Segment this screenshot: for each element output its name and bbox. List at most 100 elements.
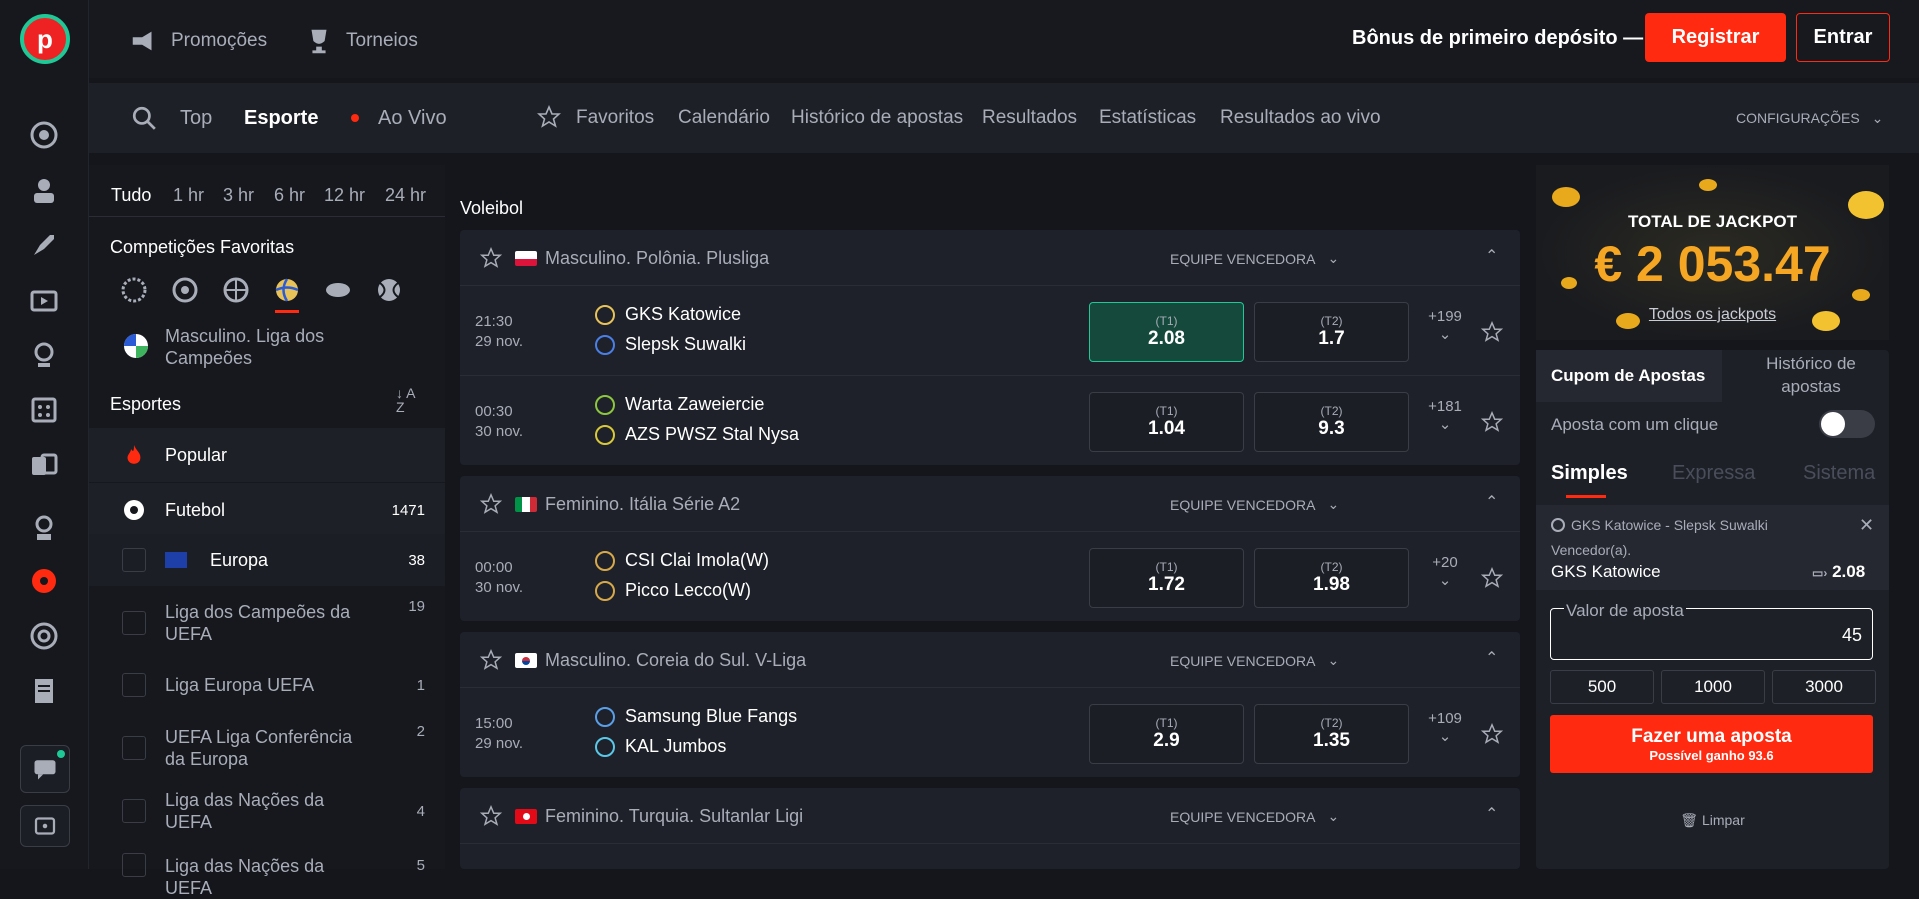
star-icon[interactable] [480, 805, 502, 827]
hockey-puck-icon[interactable] [323, 275, 353, 305]
fav-league-name[interactable]: Masculino. Liga dos Campeões [165, 325, 365, 369]
star-icon[interactable] [1481, 567, 1503, 589]
market-selector[interactable]: EQUIPE VENCEDORA ⌄ [1170, 652, 1339, 669]
receipt-icon[interactable] [26, 673, 62, 709]
quick-stake-3000[interactable]: 3000 [1772, 670, 1876, 704]
laurel-icon[interactable] [119, 275, 149, 305]
odd-button-t2[interactable]: (T2) 1.7 [1254, 302, 1409, 362]
timeframe-3hr[interactable]: 3 hr [223, 185, 254, 206]
league-item[interactable]: Liga dos Campeões da UEFA 19 [89, 590, 445, 655]
match-row[interactable]: 21:30 29 nov. GKS Katowice Slepsk Suwalki… [460, 286, 1520, 376]
tab-expressa[interactable]: Expressa [1672, 462, 1755, 485]
tennis-icon[interactable] [374, 275, 404, 305]
place-bet-button[interactable]: Fazer uma aposta Possível ganho 93.6 [1550, 715, 1873, 773]
soccer-ball-icon[interactable] [26, 563, 62, 599]
stake-input[interactable]: Valor de aposta 45 [1550, 601, 1873, 660]
close-icon[interactable]: ✕ [1859, 515, 1874, 536]
tab-sistema[interactable]: Sistema [1803, 462, 1875, 485]
sport-item-popular[interactable]: Popular [89, 428, 445, 482]
nav-estatisticas[interactable]: Estatísticas [1099, 107, 1196, 129]
league-item[interactable]: Europa 38 [89, 534, 445, 586]
torneios-link[interactable]: Torneios [304, 26, 418, 56]
tab-cupom[interactable]: Cupom de Apostas [1536, 350, 1722, 402]
match-row[interactable]: 15:00 29 nov. Samsung Blue Fangs KAL Jumb… [460, 688, 1520, 778]
chevron-up-icon[interactable]: ⌃ [1485, 648, 1498, 668]
bingo-icon[interactable] [26, 392, 62, 428]
tv-game-icon[interactable] [26, 282, 62, 318]
target-icon[interactable] [26, 618, 62, 654]
timeframe-24hr[interactable]: 24 hr [385, 185, 426, 206]
more-markets-button[interactable]: +199 ⌄ [1425, 308, 1465, 343]
volleyball-icon[interactable] [272, 275, 302, 305]
odd-button-t2[interactable]: (T2) 1.98 [1254, 548, 1409, 608]
chevron-up-icon[interactable]: ⌃ [1485, 492, 1498, 512]
one-click-toggle[interactable] [1819, 410, 1875, 438]
logo[interactable]: p [20, 14, 70, 64]
league-item[interactable]: Liga das Nações da UEFA 5 [89, 845, 445, 898]
basketball-icon[interactable] [221, 275, 251, 305]
more-markets-button[interactable]: +20 ⌄ [1425, 554, 1465, 589]
quick-stake-500[interactable]: 500 [1550, 670, 1654, 704]
nav-favoritos[interactable]: Favoritos [576, 107, 654, 129]
sort-az-button[interactable]: ↓ A Z [396, 386, 426, 414]
odd-button-t1[interactable]: (T1) 2.9 [1089, 704, 1244, 764]
odd-button-t1[interactable]: (T1) 1.04 [1089, 392, 1244, 452]
market-selector[interactable]: EQUIPE VENCEDORA ⌄ [1170, 250, 1339, 267]
odd-button-t2[interactable]: (T2) 9.3 [1254, 392, 1409, 452]
timeframe-tudo[interactable]: Tudo [111, 185, 151, 206]
star-icon[interactable] [480, 247, 502, 269]
config-dropdown[interactable]: CONFIGURAÇÕES ⌄ [1736, 110, 1883, 127]
match-row[interactable]: 00:00 30 nov. CSI Clai Imola(W) Picco Lec… [460, 532, 1520, 622]
league-checkbox[interactable] [122, 799, 146, 823]
more-markets-button[interactable]: +109 ⌄ [1425, 710, 1465, 745]
star-icon[interactable] [1481, 321, 1503, 343]
league-checkbox[interactable] [122, 735, 146, 760]
market-selector[interactable]: EQUIPE VENCEDORA ⌄ [1170, 808, 1339, 825]
timeframe-12hr[interactable]: 12 hr [324, 185, 365, 206]
more-markets-button[interactable]: +181 ⌄ [1425, 398, 1465, 433]
register-button[interactable]: Registrar [1645, 13, 1786, 62]
star-icon[interactable] [1481, 411, 1503, 433]
quick-stake-1000[interactable]: 1000 [1661, 670, 1765, 704]
soccer-icon[interactable] [170, 275, 200, 305]
odd-button-t1[interactable]: (T1) 2.08 [1089, 302, 1244, 362]
league-item[interactable]: Liga das Nações da UEFA 4 [89, 785, 445, 837]
odd-button-t1[interactable]: (T1) 1.72 [1089, 548, 1244, 608]
league-checkbox[interactable] [122, 853, 146, 877]
nav-calendario[interactable]: Calendário [678, 107, 770, 129]
tab-esporte[interactable]: Esporte [244, 107, 318, 130]
league-checkbox[interactable] [122, 548, 146, 572]
roulette-icon[interactable] [26, 337, 62, 373]
esports-icon[interactable] [26, 510, 62, 546]
chevron-up-icon[interactable]: ⌃ [1485, 246, 1498, 266]
login-button[interactable]: Entrar [1796, 13, 1890, 62]
jackpots-link[interactable]: Todos os jackpots [1536, 306, 1889, 324]
league-item[interactable]: Liga Europa UEFA 1 [89, 660, 445, 710]
clear-button[interactable]: 🗑 Limpar [1536, 812, 1889, 829]
league-header[interactable]: Feminino. Itália Série A2 EQUIPE VENCEDO… [460, 476, 1520, 532]
league-header[interactable]: Masculino. Polônia. Plusliga EQUIPE VENC… [460, 230, 1520, 286]
tab-top[interactable]: Top [180, 107, 212, 130]
timeframe-6hr[interactable]: 6 hr [274, 185, 305, 206]
league-checkbox[interactable] [122, 673, 146, 697]
wallet-button[interactable] [20, 805, 70, 847]
league-checkbox[interactable] [122, 610, 146, 635]
search-icon[interactable] [131, 105, 157, 131]
market-selector[interactable]: EQUIPE VENCEDORA ⌄ [1170, 496, 1339, 513]
tab-historico[interactable]: Histórico de apostas [1736, 352, 1886, 398]
chevron-up-icon[interactable]: ⌃ [1485, 804, 1498, 824]
nav-historico[interactable]: Histórico de apostas [791, 107, 963, 129]
odd-button-t2[interactable]: (T2) 1.35 [1254, 704, 1409, 764]
match-row[interactable]: 00:30 30 nov. Warta Zaweiercie AZS PWSZ S… [460, 376, 1520, 466]
nav-resultados[interactable]: Resultados [982, 107, 1077, 129]
league-item[interactable]: UEFA Liga Conferência da Europa 2 [89, 715, 445, 780]
tab-ao-vivo[interactable]: Ao Vivo [378, 107, 447, 130]
star-icon[interactable] [1481, 723, 1503, 745]
promocoes-link[interactable]: Promoções [129, 26, 267, 56]
chat-button[interactable] [20, 745, 70, 793]
star-icon[interactable] [480, 493, 502, 515]
dealer-icon[interactable] [26, 172, 62, 208]
tab-simples[interactable]: Simples [1551, 462, 1628, 485]
league-header[interactable]: Masculino. Coreia do Sul. V-Liga EQUIPE … [460, 632, 1520, 688]
rocket-icon[interactable] [26, 227, 62, 263]
